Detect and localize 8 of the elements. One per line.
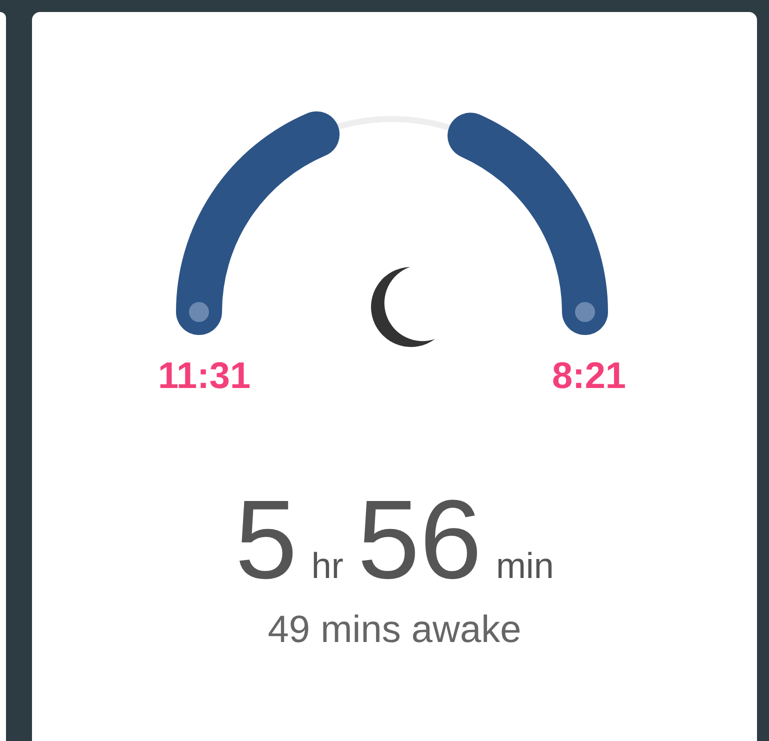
- minutes-value: 56: [357, 484, 482, 596]
- moon-icon: [371, 267, 435, 347]
- awake-duration: 49 mins awake: [268, 608, 522, 652]
- minutes-unit: min: [496, 548, 554, 584]
- sleep-end-time: 8:21: [552, 354, 626, 398]
- hours-value: 5: [235, 484, 298, 596]
- sleep-start-time: 11:31: [158, 354, 251, 398]
- hours-unit: hr: [311, 548, 344, 584]
